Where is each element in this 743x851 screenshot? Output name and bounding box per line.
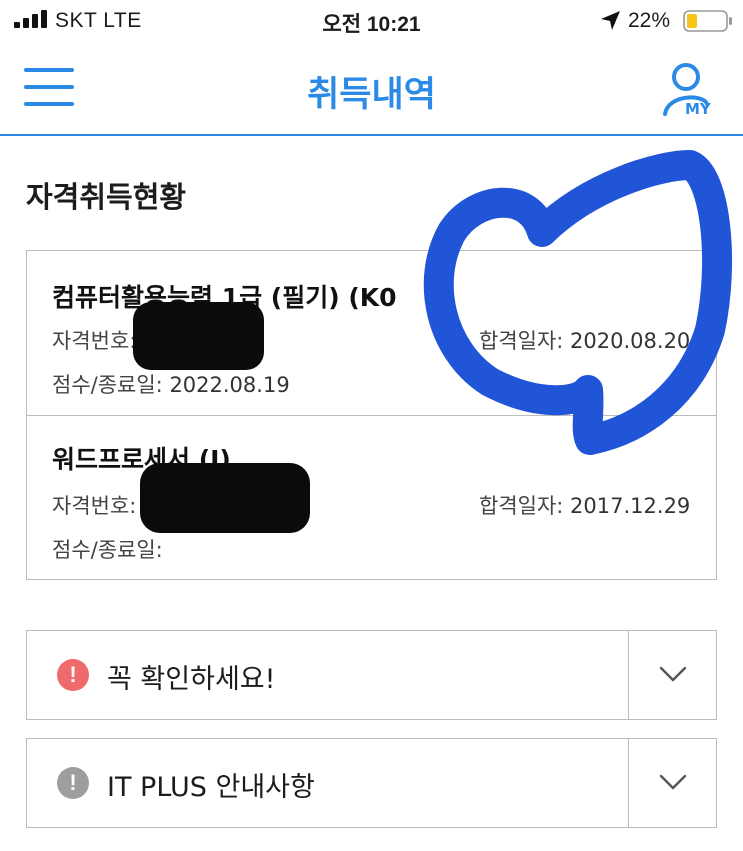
redaction-mark [140,463,310,533]
pass-date-label: 합격일자: [479,494,564,518]
notice-accordion-header[interactable]: ! 꼭 확인하세요! [27,631,628,719]
redaction-mark [133,302,264,370]
section-title: 자격취득현황 [26,180,187,214]
chevron-down-icon [659,774,687,790]
pass-date-value: 2017.12.29 [570,494,691,518]
status-time: 오전 10:21 [322,13,421,36]
itplus-accordion: ! IT PLUS 안내사항 [26,738,717,828]
status-bar: SKT LTE 오전 10:21 22% [0,0,743,44]
certificate-list: 컴퓨터활용능력 1급 (필기) (K0 자격번호: 합격일자: 2020.08.… [26,250,717,580]
location-arrow-icon [601,11,620,30]
accordion-label: 꼭 확인하세요! [107,664,276,695]
expand-toggle-button[interactable] [628,631,716,719]
score-label: 점수/종료일: [52,538,163,562]
app-header: 취득내역 MY [0,48,743,136]
pass-date-label: 합격일자: [479,329,564,353]
score-value: 2022.08.19 [169,373,290,397]
certificate-item: 컴퓨터활용능력 1급 (필기) (K0 자격번호: 합격일자: 2020.08.… [27,251,716,414]
itplus-accordion-header[interactable]: ! IT PLUS 안내사항 [27,739,628,827]
menu-button[interactable] [24,66,76,110]
certificate-pass-date: 합격일자: 2020.08.20 [479,325,690,355]
expand-toggle-button[interactable] [628,739,716,827]
my-page-button[interactable]: MY [660,58,724,120]
pass-date-value: 2020.08.20 [570,329,691,353]
certificate-score: 점수/종료일: 2022.08.19 [52,369,290,399]
certificate-pass-date: 합격일자: 2017.12.29 [479,490,690,520]
certificate-score: 점수/종료일: [52,534,163,564]
chevron-down-icon [659,666,687,682]
certificate-number-label: 자격번호: [52,494,137,518]
battery-icon [683,10,732,32]
accordion-label: IT PLUS 안내사항 [107,772,315,803]
alert-circle-icon: ! [57,659,89,691]
signal-icon [14,10,47,28]
carrier-label: SKT LTE [55,9,142,32]
page-title: 취득내역 [307,75,436,115]
score-label: 점수/종료일: [52,373,163,397]
certificate-item: 워드프로세서 (I) 자격번호: 합격일자: 2017.12.29 점수/종료일… [27,415,716,579]
my-label: MY [685,100,711,118]
certificate-number-label: 자격번호: [52,329,137,353]
info-circle-icon: ! [57,767,89,799]
notice-accordion: ! 꼭 확인하세요! [26,630,717,720]
battery-percentage: 22% [628,9,671,32]
